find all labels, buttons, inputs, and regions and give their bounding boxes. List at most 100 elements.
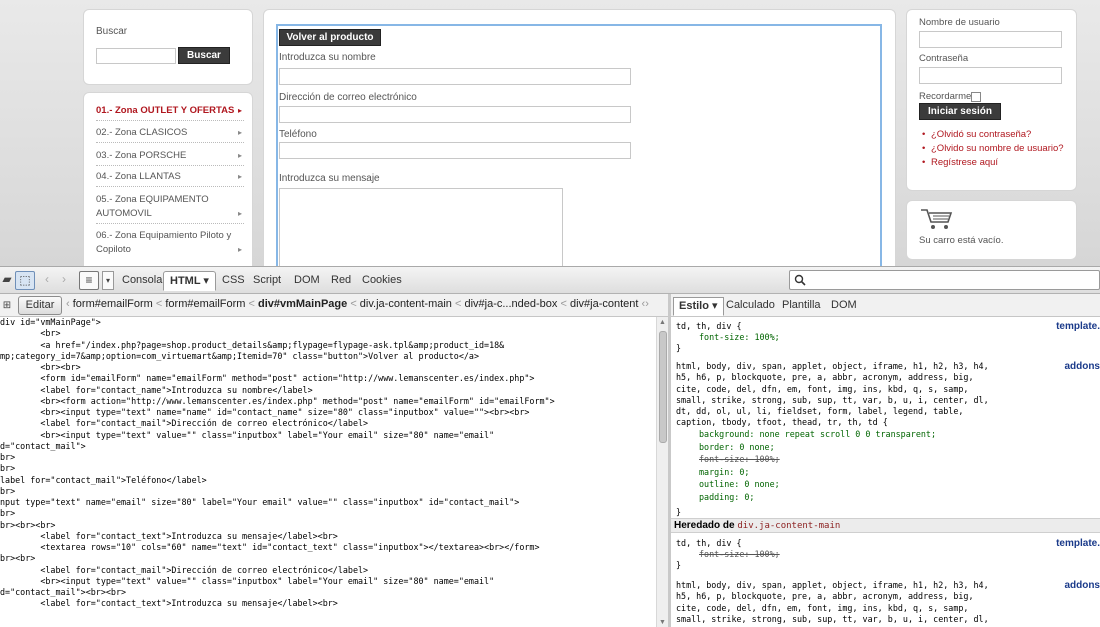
menu-item-label: 06.- Zona Equipamiento Piloto y (96, 230, 232, 241)
menu-item-clasicos[interactable]: 02.- Zona CLASICOS ▸ (96, 127, 244, 143)
message-textarea[interactable] (279, 188, 563, 266)
html-source-line[interactable]: <br><form action="http://www.lemanscente… (0, 396, 656, 407)
inherited-selector-link[interactable]: div.ja-content-main (737, 521, 840, 531)
css-source-link[interactable]: addons (1064, 580, 1100, 591)
forward-icon[interactable]: › (57, 271, 71, 290)
devtools-search-input[interactable] (789, 270, 1100, 290)
email-input[interactable] (279, 106, 631, 123)
tab-css[interactable]: CSS (216, 271, 251, 291)
html-source-line[interactable]: <br><input type="text" value="" class="i… (0, 430, 656, 441)
breadcrumb-item[interactable]: div#ja-content (570, 298, 639, 310)
css-property[interactable]: margin: 0; (699, 467, 749, 478)
scrollbar-thumb[interactable] (659, 331, 667, 443)
scroll-down-icon[interactable]: ▼ (659, 619, 666, 626)
back-to-product-button[interactable]: Volver al producto (279, 29, 381, 46)
html-source-line[interactable]: <form id="emailForm" name="emailForm" me… (0, 373, 656, 384)
firebug-icon[interactable]: ▰ (0, 271, 14, 290)
html-source-line[interactable]: <br><input type="text" name="name" id="c… (0, 407, 656, 418)
tab-plantilla[interactable]: Plantilla (777, 297, 826, 316)
breadcrumb-scroll-right-icon[interactable]: ‹› (642, 298, 649, 310)
css-property-overridden[interactable]: font-size: 100%; (699, 549, 780, 560)
menu-item-porsche[interactable]: 03.- Zona PORSCHE ▸ (96, 150, 244, 166)
inspect-icon[interactable]: ⬚ (15, 271, 35, 290)
html-source-line[interactable]: <a href="/index.php?page=shop.product_de… (0, 340, 656, 351)
menu-item-piloto[interactable]: 06.- Zona Equipamiento Piloto y Copiloto… (96, 230, 244, 259)
back-icon[interactable]: ‹ (40, 271, 54, 290)
html-source-line[interactable]: label for="contact_mail">Teléfono</label… (0, 475, 656, 486)
style-pane[interactable]: td, th, div { template. font-size: 100%;… (671, 317, 1100, 627)
html-source-line[interactable]: d="contact_mail"> (0, 441, 656, 452)
css-property[interactable]: padding: 0; (699, 492, 754, 503)
search-input[interactable] (96, 48, 176, 64)
html-source-line[interactable]: br> (0, 452, 656, 463)
html-pane-scrollbar[interactable]: ▲ ▼ (656, 317, 668, 627)
html-source-line[interactable]: mp;category_id=7&amp;option=com_virtuema… (0, 351, 656, 362)
tab-red[interactable]: Red (325, 271, 357, 291)
css-property[interactable]: outline: 0 none; (699, 479, 780, 490)
dom-icon[interactable]: ⊞ (0, 297, 14, 316)
name-label: Introduzca su nombre (279, 52, 376, 63)
html-source-line[interactable]: br> (0, 463, 656, 474)
html-source-line[interactable]: <br><input type="text" value="" class="i… (0, 576, 656, 587)
breadcrumb-scroll-left-icon[interactable]: ‹ (66, 298, 73, 310)
html-source-line[interactable]: <br><br> (0, 362, 656, 373)
html-source-line[interactable]: br> (0, 486, 656, 497)
tab-cookies[interactable]: Cookies (356, 271, 408, 291)
breadcrumb-item[interactable]: form#emailForm (73, 298, 153, 310)
menu-item-llantas[interactable]: 04.- Zona LLANTAS ▸ (96, 171, 244, 187)
css-property[interactable]: border: 0 none; (699, 442, 775, 453)
dropdown-icon[interactable]: ▾ (102, 271, 114, 290)
html-source-line[interactable]: <label for="contact_text">Introduzca su … (0, 531, 656, 542)
css-source-link[interactable]: template. (1056, 538, 1100, 549)
html-source-line[interactable]: <label for="contact_mail">Dirección de c… (0, 418, 656, 429)
html-source-line[interactable]: <textarea rows="10" cols="60" name="text… (0, 542, 656, 553)
html-source-line[interactable]: <label for="contact_text">Introduzca su … (0, 598, 656, 609)
list-icon[interactable]: ≡ (79, 271, 99, 290)
edit-button[interactable]: Editar (18, 296, 62, 315)
breadcrumb-item[interactable]: div.ja-content-main (360, 298, 452, 310)
tab-estilo[interactable]: Estilo ▾ (673, 297, 724, 316)
forgot-password-link[interactable]: ¿Olvidó su contraseña? (922, 129, 1031, 140)
search-button[interactable]: Buscar (178, 47, 230, 64)
scroll-up-icon[interactable]: ▲ (659, 319, 666, 326)
css-selector: html, body, div, span, applet, object, i… (676, 580, 989, 590)
web-page: Buscar Buscar 01.- Zona OUTLET Y OFERTAS… (0, 0, 1100, 266)
phone-input[interactable] (279, 142, 631, 159)
remember-checkbox[interactable] (971, 92, 981, 102)
html-source-line[interactable]: br> (0, 508, 656, 519)
breadcrumb-item[interactable]: div#ja-c...nded-box (464, 298, 557, 310)
html-source-line[interactable]: d="contact_mail"><br><br> (0, 587, 656, 598)
login-button[interactable]: Iniciar sesión (919, 103, 1001, 120)
html-source-line[interactable]: br><br> (0, 553, 656, 564)
tab-side-dom[interactable]: DOM (826, 297, 862, 316)
menu-item-outlet[interactable]: 01.- Zona OUTLET Y OFERTAS ▸ (96, 105, 244, 121)
css-property[interactable]: background: none repeat scroll 0 0 trans… (699, 429, 936, 440)
html-source-line[interactable]: <label for="contact_name">Introduzca su … (0, 385, 656, 396)
css-source-link[interactable]: addons (1064, 361, 1100, 372)
html-source-line[interactable]: br><br><br> (0, 520, 656, 531)
menu-item-equipamento[interactable]: 05.- Zona EQUIPAMENTO AUTOMOVIL ▸ (96, 194, 244, 224)
password-input[interactable] (919, 67, 1062, 84)
html-source-pane[interactable]: div id="vmMainPage"> <br> <a href="/inde… (0, 317, 656, 627)
username-input[interactable] (919, 31, 1062, 48)
tab-dom[interactable]: DOM (288, 271, 326, 291)
tab-html[interactable]: HTML ▾ (163, 271, 216, 291)
css-property-overridden[interactable]: font-size: 100%; (699, 454, 780, 465)
tab-script[interactable]: Script (247, 271, 287, 291)
search-panel: Buscar Buscar (83, 9, 253, 85)
html-source-line[interactable]: <br> (0, 328, 656, 339)
css-source-link[interactable]: template. (1056, 321, 1100, 332)
register-link[interactable]: Regístrese aquí (922, 157, 998, 168)
password-label: Contraseña (919, 53, 969, 64)
html-source-line[interactable]: div id="vmMainPage"> (0, 317, 656, 328)
css-property[interactable]: font-size: 100%; (699, 332, 780, 343)
breadcrumb-item[interactable]: form#emailForm (165, 298, 245, 310)
html-source-line[interactable]: <label for="contact_mail">Dirección de c… (0, 565, 656, 576)
tab-consola[interactable]: Consola (116, 271, 168, 291)
contact-form-panel: Volver al producto Introduzca su nombre … (263, 9, 896, 266)
forgot-username-link[interactable]: ¿Olvido su nombre de usuario? (922, 143, 1064, 154)
breadcrumb-item-selected[interactable]: div#vmMainPage (258, 298, 347, 310)
html-source-line[interactable]: nput type="text" name="email" size="80" … (0, 497, 656, 508)
name-input[interactable] (279, 68, 631, 85)
tab-calculado[interactable]: Calculado (721, 297, 780, 316)
